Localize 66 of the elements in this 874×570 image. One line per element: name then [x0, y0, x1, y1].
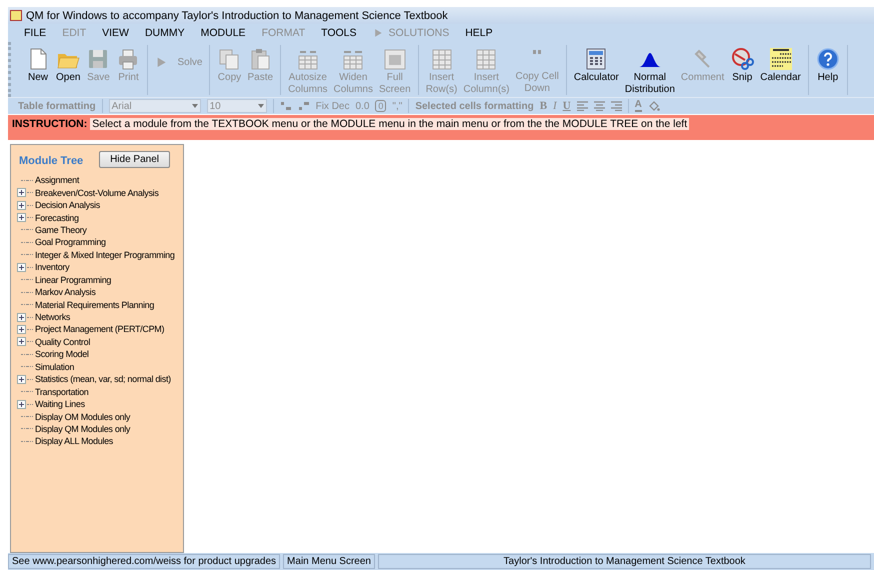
- tree-item[interactable]: Display ALL Modules: [35, 436, 114, 446]
- tree-item[interactable]: Integer & Mixed Integer Programming: [35, 250, 175, 260]
- expand-icon[interactable]: [17, 262, 26, 272]
- expand-icon[interactable]: [17, 400, 26, 409]
- tree-item[interactable]: Goal Programming: [35, 237, 106, 248]
- toolbar-button[interactable]: Open: [53, 45, 84, 84]
- tree-item[interactable]: Linear Programming: [35, 274, 112, 285]
- tree-item[interactable]: Transportation: [35, 386, 88, 397]
- help-icon: [816, 47, 840, 71]
- tree-item[interactable]: Networks: [35, 312, 70, 322]
- menu-item[interactable]: FILE: [16, 27, 54, 39]
- instruction-label: INSTRUCTION:: [12, 118, 88, 130]
- tree-item[interactable]: Game Theory: [35, 224, 87, 235]
- expand-icon[interactable]: [17, 324, 26, 334]
- tree-item[interactable]: Forecasting: [35, 212, 79, 223]
- grid-icon: [430, 47, 454, 71]
- hide-panel-button[interactable]: Hide Panel: [99, 151, 170, 168]
- status-pane: Taylor's Introduction to Management Science Textbook: [378, 554, 871, 569]
- tree-item[interactable]: Display OM Modules only: [35, 412, 130, 422]
- grid-icon: [474, 47, 498, 71]
- table-formatting-label: Table formatting: [18, 100, 96, 112]
- caret-icon: [258, 104, 264, 108]
- tree-item[interactable]: Markov Analysis: [35, 287, 96, 298]
- calculator-icon: [584, 47, 608, 71]
- tree-item[interactable]: Assignment: [35, 175, 80, 186]
- expand-icon[interactable]: [17, 337, 26, 346]
- tree-item[interactable]: Waiting Lines: [35, 399, 85, 410]
- format-label: Selected cells formatting: [415, 100, 534, 112]
- toolbar-button[interactable]: Normal Distribution: [622, 45, 678, 95]
- tree-item[interactable]: Project Management (PERT/CPM): [35, 324, 164, 334]
- toolbar-button[interactable]: Help: [812, 45, 843, 84]
- tree-item[interactable]: Material Requirements Planning: [35, 300, 154, 310]
- tree-item[interactable]: Breakeven/Cost-Volume Analysis: [35, 188, 159, 198]
- menu-item[interactable]: HELP: [457, 27, 501, 39]
- tree-item[interactable]: Quality Control: [35, 336, 90, 347]
- toolbar-button[interactable]: Snip: [727, 45, 758, 84]
- toolbar-button[interactable]: Calendar: [757, 45, 804, 84]
- menu-item[interactable]: TOOLS: [313, 27, 365, 39]
- expand-icon[interactable]: [17, 374, 26, 384]
- copy-icon: [217, 47, 242, 71]
- toolbar-button[interactable]: Calculator: [570, 45, 622, 84]
- tree-item[interactable]: Scoring Model: [35, 349, 89, 360]
- panel-title: Module Tree: [19, 155, 84, 167]
- app-icon: [10, 10, 22, 21]
- tree-item[interactable]: Inventory: [35, 262, 70, 272]
- expand-icon[interactable]: [17, 213, 26, 222]
- instruction-text: Select a module from the TEXTBOOK menu or the MODULE menu in the main menu or from the the MODULE TREE on the left: [90, 118, 690, 130]
- expand-icon[interactable]: [17, 200, 26, 210]
- status-pane: Main Menu Screen: [283, 554, 375, 569]
- tree-item[interactable]: Statistics (mean, var, sd; normal dist): [35, 374, 171, 384]
- expand-icon[interactable]: [17, 312, 26, 322]
- status-pane: See www.pearsonhighered.com/weiss for product upgrades: [8, 554, 280, 569]
- window-icon: [382, 47, 407, 71]
- menu-item[interactable]: VIEW: [94, 27, 137, 39]
- toolbar-button[interactable]: New: [23, 45, 53, 84]
- window-title: QM for Windows to accompany Taylor's Introduction to Management Science Textbook: [26, 10, 448, 22]
- menu-item[interactable]: MODULE: [192, 27, 254, 39]
- tree-item[interactable]: Display QM Modules only: [35, 424, 130, 434]
- calendar-icon: [768, 47, 793, 71]
- quote-icon: [533, 50, 542, 54]
- tree-item[interactable]: Simulation: [35, 362, 74, 372]
- tree-item[interactable]: Decision Analysis: [35, 200, 100, 210]
- scissors-icon: [730, 47, 754, 71]
- menu-item[interactable]: DUMMY: [136, 27, 193, 39]
- expand-icon[interactable]: [17, 188, 26, 198]
- caret-icon: [192, 104, 198, 108]
